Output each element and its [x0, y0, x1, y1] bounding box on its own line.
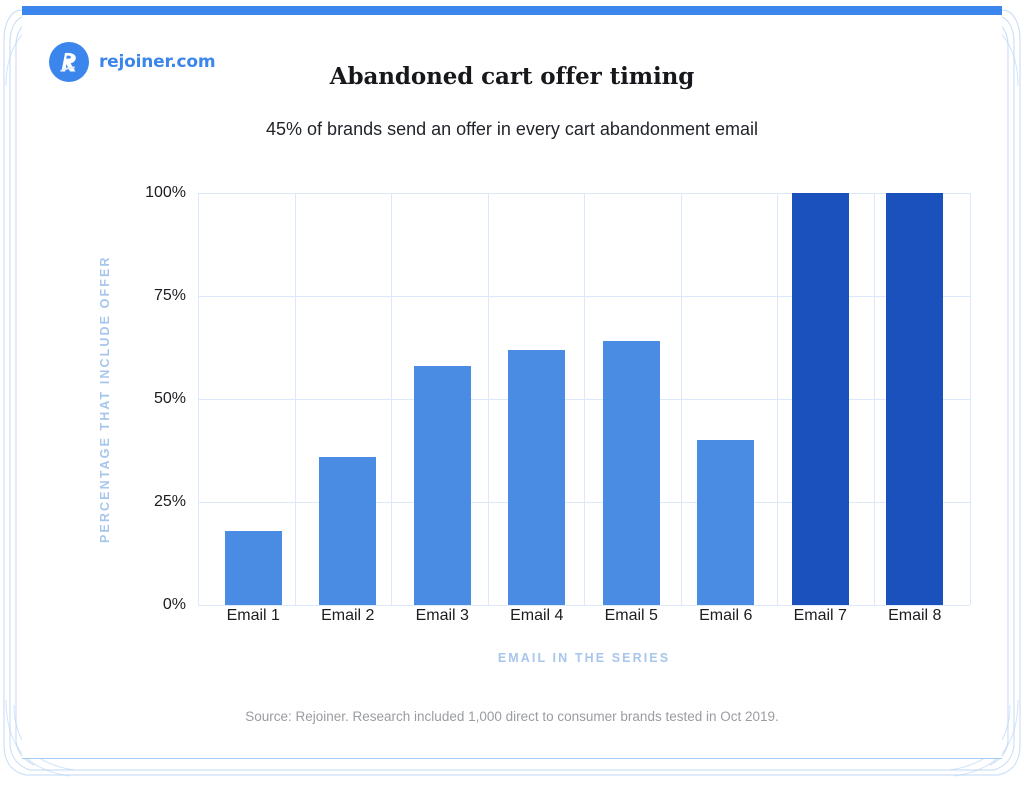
bar-email-6[interactable] — [697, 440, 755, 605]
x-axis-tick-labels: Email 1 Email 2 Email 3 Email 4 Email 5 Email… — [198, 607, 970, 625]
y-axis-title: PERCENTAGE THAT INCLUDE OFFER — [98, 255, 112, 543]
bar-email-5[interactable] — [602, 341, 660, 605]
source-note: Source: Rejoiner. Research included 1,00… — [245, 709, 779, 724]
chart-subtitle: 45% of brands send an offer in every car… — [266, 119, 758, 139]
y-axis-tick-label: 0% — [162, 596, 186, 613]
x-axis-tick-label: Email 7 — [793, 607, 847, 624]
y-axis-tick-label: 50% — [153, 390, 186, 407]
bar-slot — [206, 193, 301, 605]
bar-slot — [395, 193, 490, 605]
chart-card: rejoiner.com Abandoned cart offer timing… — [22, 6, 1002, 758]
bar-slot — [679, 193, 774, 605]
x-axis-tick-label: Email 5 — [604, 607, 658, 624]
bar-email-7[interactable] — [791, 193, 849, 605]
bar-email-3[interactable] — [413, 366, 471, 605]
y-axis-tick-label: 75% — [153, 287, 186, 304]
bar-email-2[interactable] — [319, 456, 377, 605]
x-axis-title: EMAIL IN THE SERIES — [497, 651, 671, 665]
chart-title: Abandoned cart offer timing — [329, 63, 695, 90]
x-axis-tick-label: Email 4 — [510, 607, 564, 624]
bar-slot — [584, 193, 679, 605]
bar-slot — [301, 193, 396, 605]
bar-email-8[interactable] — [886, 193, 944, 605]
y-axis-tick-label: 25% — [153, 493, 186, 510]
x-axis-tick-label: Email 2 — [321, 607, 375, 624]
x-axis-tick-label: Email 3 — [415, 607, 469, 624]
plot-region: PERCENTAGE THAT INCLUDE OFFER 0% 25% 50% 75… — [80, 184, 980, 665]
y-axis-tick-labels: 0% 25% 50% 75% 100% — [124, 184, 190, 613]
bar-series — [198, 193, 970, 605]
y-axis-tick-label: 100% — [145, 184, 186, 201]
bar-email-4[interactable] — [508, 349, 566, 605]
chart-screenshot: rejoiner.com Abandoned cart offer timing… — [0, 0, 1024, 785]
x-axis-tick-label: Email 1 — [226, 607, 280, 624]
bar-email-1[interactable] — [224, 530, 282, 605]
gridline-vertical — [970, 193, 971, 605]
x-axis-tick-label: Email 8 — [888, 607, 942, 624]
bar-slot — [773, 193, 868, 605]
bar-slot — [868, 193, 963, 605]
x-axis-tick-label: Email 6 — [699, 607, 753, 624]
gridline-horizontal — [198, 605, 970, 606]
bar-slot — [490, 193, 585, 605]
axes-area — [198, 193, 971, 606]
